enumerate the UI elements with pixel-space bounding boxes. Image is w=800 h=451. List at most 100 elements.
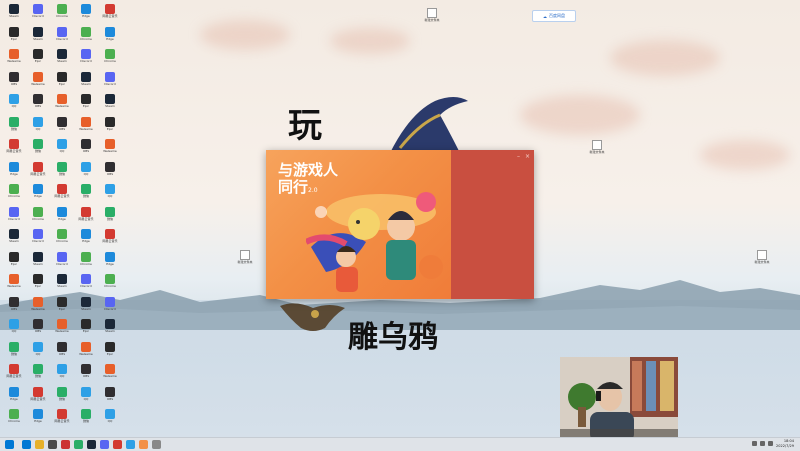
desktop-shortcut[interactable]: QQ <box>2 319 26 339</box>
desktop-shortcut[interactable]: Chrome <box>50 229 74 249</box>
desktop-shortcut[interactable]: Edge <box>50 206 74 227</box>
desktop-shortcut[interactable]: WeGame <box>98 364 122 384</box>
desktop-shortcut[interactable]: Steam <box>74 296 98 317</box>
desktop-shortcut[interactable]: OBS <box>74 364 98 384</box>
taskbar-app-button[interactable] <box>74 440 83 449</box>
desktop-shortcut[interactable]: Steam <box>98 94 122 114</box>
desktop-shortcut[interactable]: QQ <box>50 139 74 159</box>
desktop-shortcut[interactable]: QQ <box>50 364 74 384</box>
desktop-shortcut[interactable]: Discord <box>50 251 74 272</box>
desktop-shortcut[interactable]: QQ <box>2 94 26 114</box>
desktop-shortcut[interactable]: 网易云音乐 <box>74 206 98 227</box>
desktop-folder-icon[interactable]: 新建文件夹 <box>422 8 442 26</box>
desktop-shortcut[interactable]: 微信 <box>74 409 98 429</box>
desktop-shortcut[interactable]: OBS <box>98 161 122 182</box>
desktop-shortcut[interactable]: Epic <box>74 94 98 114</box>
desktop-shortcut[interactable]: WeGame <box>74 341 98 362</box>
desktop-shortcut[interactable]: 微信 <box>50 386 74 407</box>
desktop-shortcut[interactable]: WeGame <box>50 319 74 339</box>
desktop-shortcut[interactable]: Discord <box>74 49 98 69</box>
desktop-shortcut[interactable]: QQ <box>98 184 122 204</box>
desktop-shortcut[interactable]: Edge <box>98 251 122 272</box>
taskbar-app-button[interactable] <box>22 440 31 449</box>
desktop-shortcut[interactable]: Epic <box>98 116 122 137</box>
close-button[interactable]: × <box>525 153 530 160</box>
desktop-shortcut[interactable]: OBS <box>98 386 122 407</box>
cloud-drive-button[interactable]: ☁ 百度网盘 <box>532 10 576 22</box>
desktop-shortcut[interactable]: Chrome <box>2 184 26 204</box>
desktop-shortcut[interactable]: Edge <box>26 184 50 204</box>
desktop-shortcut[interactable]: Edge <box>26 409 50 429</box>
desktop-folder-icon[interactable]: 新建文件夹 <box>587 140 607 158</box>
desktop-folder-icon[interactable]: 新建文件夹 <box>752 250 772 268</box>
desktop-shortcut[interactable]: 网易云音乐 <box>50 184 74 204</box>
taskbar-app-button[interactable] <box>48 440 57 449</box>
desktop-shortcut[interactable]: Discord <box>74 274 98 294</box>
desktop-shortcut[interactable]: 微信 <box>74 184 98 204</box>
desktop-shortcut[interactable]: Edge <box>74 229 98 249</box>
taskbar-app-button[interactable] <box>113 440 122 449</box>
desktop-shortcut[interactable]: Epic <box>26 49 50 69</box>
desktop-shortcut[interactable]: Discord <box>2 206 26 227</box>
taskbar-app-button[interactable] <box>61 440 70 449</box>
taskbar-app-button[interactable] <box>126 440 135 449</box>
desktop-shortcut[interactable]: Epic <box>2 251 26 272</box>
desktop-shortcut[interactable]: Epic <box>50 71 74 92</box>
desktop-shortcut[interactable]: Discord <box>98 296 122 317</box>
desktop-shortcut[interactable]: 微信 <box>98 206 122 227</box>
desktop-shortcut[interactable]: OBS <box>26 319 50 339</box>
desktop-shortcut[interactable]: Epic <box>2 26 26 47</box>
desktop-shortcut[interactable]: Chrome <box>50 4 74 24</box>
taskbar-app-button[interactable] <box>152 440 161 449</box>
desktop-shortcut[interactable]: 网易云音乐 <box>98 4 122 24</box>
taskbar-app-button[interactable] <box>100 440 109 449</box>
desktop-folder-icon[interactable]: 新建文件夹 <box>235 250 255 268</box>
taskbar-app-button[interactable] <box>35 440 44 449</box>
desktop-shortcut[interactable]: OBS <box>50 341 74 362</box>
desktop-shortcut[interactable]: WeGame <box>2 274 26 294</box>
desktop-shortcut[interactable]: OBS <box>2 71 26 92</box>
start-button[interactable] <box>5 440 14 449</box>
desktop-shortcut[interactable]: Epic <box>74 319 98 339</box>
desktop-shortcut[interactable]: OBS <box>2 296 26 317</box>
game-platform-splash-window[interactable]: 与游戏人 同行2.0 – × <box>266 150 534 299</box>
desktop-shortcut[interactable]: WeGame <box>26 296 50 317</box>
desktop-shortcut[interactable]: 网易云音乐 <box>26 161 50 182</box>
desktop-shortcut[interactable]: OBS <box>50 116 74 137</box>
desktop-shortcut[interactable]: Edge <box>98 26 122 47</box>
desktop-shortcut[interactable]: 网易云音乐 <box>2 364 26 384</box>
desktop-shortcut[interactable]: Chrome <box>2 409 26 429</box>
desktop-shortcut[interactable]: WeGame <box>98 139 122 159</box>
desktop-shortcut[interactable]: Epic <box>98 341 122 362</box>
desktop-shortcut[interactable]: 网易云音乐 <box>98 229 122 249</box>
desktop-shortcut[interactable]: 网易云音乐 <box>2 139 26 159</box>
desktop-shortcut[interactable]: Steam <box>50 274 74 294</box>
desktop-shortcut[interactable]: WeGame <box>2 49 26 69</box>
desktop-shortcut[interactable]: QQ <box>26 116 50 137</box>
desktop-shortcut[interactable]: Steam <box>50 49 74 69</box>
desktop-shortcut[interactable]: Discord <box>98 71 122 92</box>
desktop-shortcut[interactable]: Edge <box>2 386 26 407</box>
desktop-shortcut[interactable]: 网易云音乐 <box>50 409 74 429</box>
desktop-shortcut[interactable]: OBS <box>26 94 50 114</box>
network-icon[interactable] <box>752 441 758 446</box>
desktop-shortcut[interactable]: 微信 <box>2 116 26 137</box>
desktop-shortcut[interactable]: Discord <box>26 229 50 249</box>
input-method-icon[interactable] <box>768 441 774 446</box>
clock[interactable]: 18:04 2022/7/29 <box>776 439 794 448</box>
desktop-shortcut[interactable]: QQ <box>26 341 50 362</box>
desktop-shortcut[interactable]: 微信 <box>26 139 50 159</box>
desktop-shortcut[interactable]: OBS <box>74 139 98 159</box>
desktop-shortcut[interactable]: WeGame <box>26 71 50 92</box>
desktop-shortcut[interactable]: WeGame <box>74 116 98 137</box>
desktop-shortcut[interactable]: Edge <box>2 161 26 182</box>
desktop-shortcut[interactable]: Epic <box>26 274 50 294</box>
desktop-shortcut[interactable]: WeGame <box>50 94 74 114</box>
desktop-shortcut[interactable]: Steam <box>74 71 98 92</box>
taskbar-app-button[interactable] <box>139 440 148 449</box>
desktop-shortcut[interactable]: QQ <box>74 161 98 182</box>
desktop-shortcut[interactable]: 微信 <box>26 364 50 384</box>
desktop-shortcut[interactable]: 微信 <box>2 341 26 362</box>
desktop-shortcut[interactable]: Chrome <box>26 206 50 227</box>
desktop-shortcut[interactable]: QQ <box>98 409 122 429</box>
